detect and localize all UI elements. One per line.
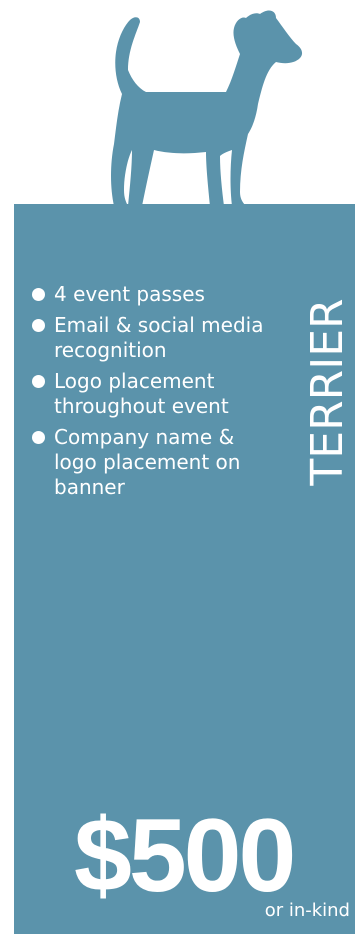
benefit-item: Logo placement throughout event xyxy=(32,369,282,419)
tier-name: TERRIER xyxy=(302,298,353,486)
price-amount: $500 xyxy=(74,798,296,914)
benefit-item: 4 event passes xyxy=(32,282,282,307)
tier-label-container: TERRIER xyxy=(298,282,355,502)
benefit-item: Company name & logo placement on banner xyxy=(32,425,282,500)
benefit-text: Email & social media recognition xyxy=(54,313,264,362)
benefit-text: Logo placement throughout event xyxy=(54,369,229,418)
price-note: or in-kind xyxy=(264,900,350,921)
terrier-dog-silhouette-icon xyxy=(111,10,303,206)
bullet-icon xyxy=(32,288,45,301)
benefits-list: 4 event passes Email & social media reco… xyxy=(32,282,282,506)
benefit-text: Company name & logo placement on banner xyxy=(54,425,241,499)
benefit-text: 4 event passes xyxy=(54,282,205,306)
bullet-icon xyxy=(32,431,45,444)
bullet-icon xyxy=(32,319,45,332)
bullet-icon xyxy=(32,375,45,388)
benefit-item: Email & social media recognition xyxy=(32,313,282,363)
